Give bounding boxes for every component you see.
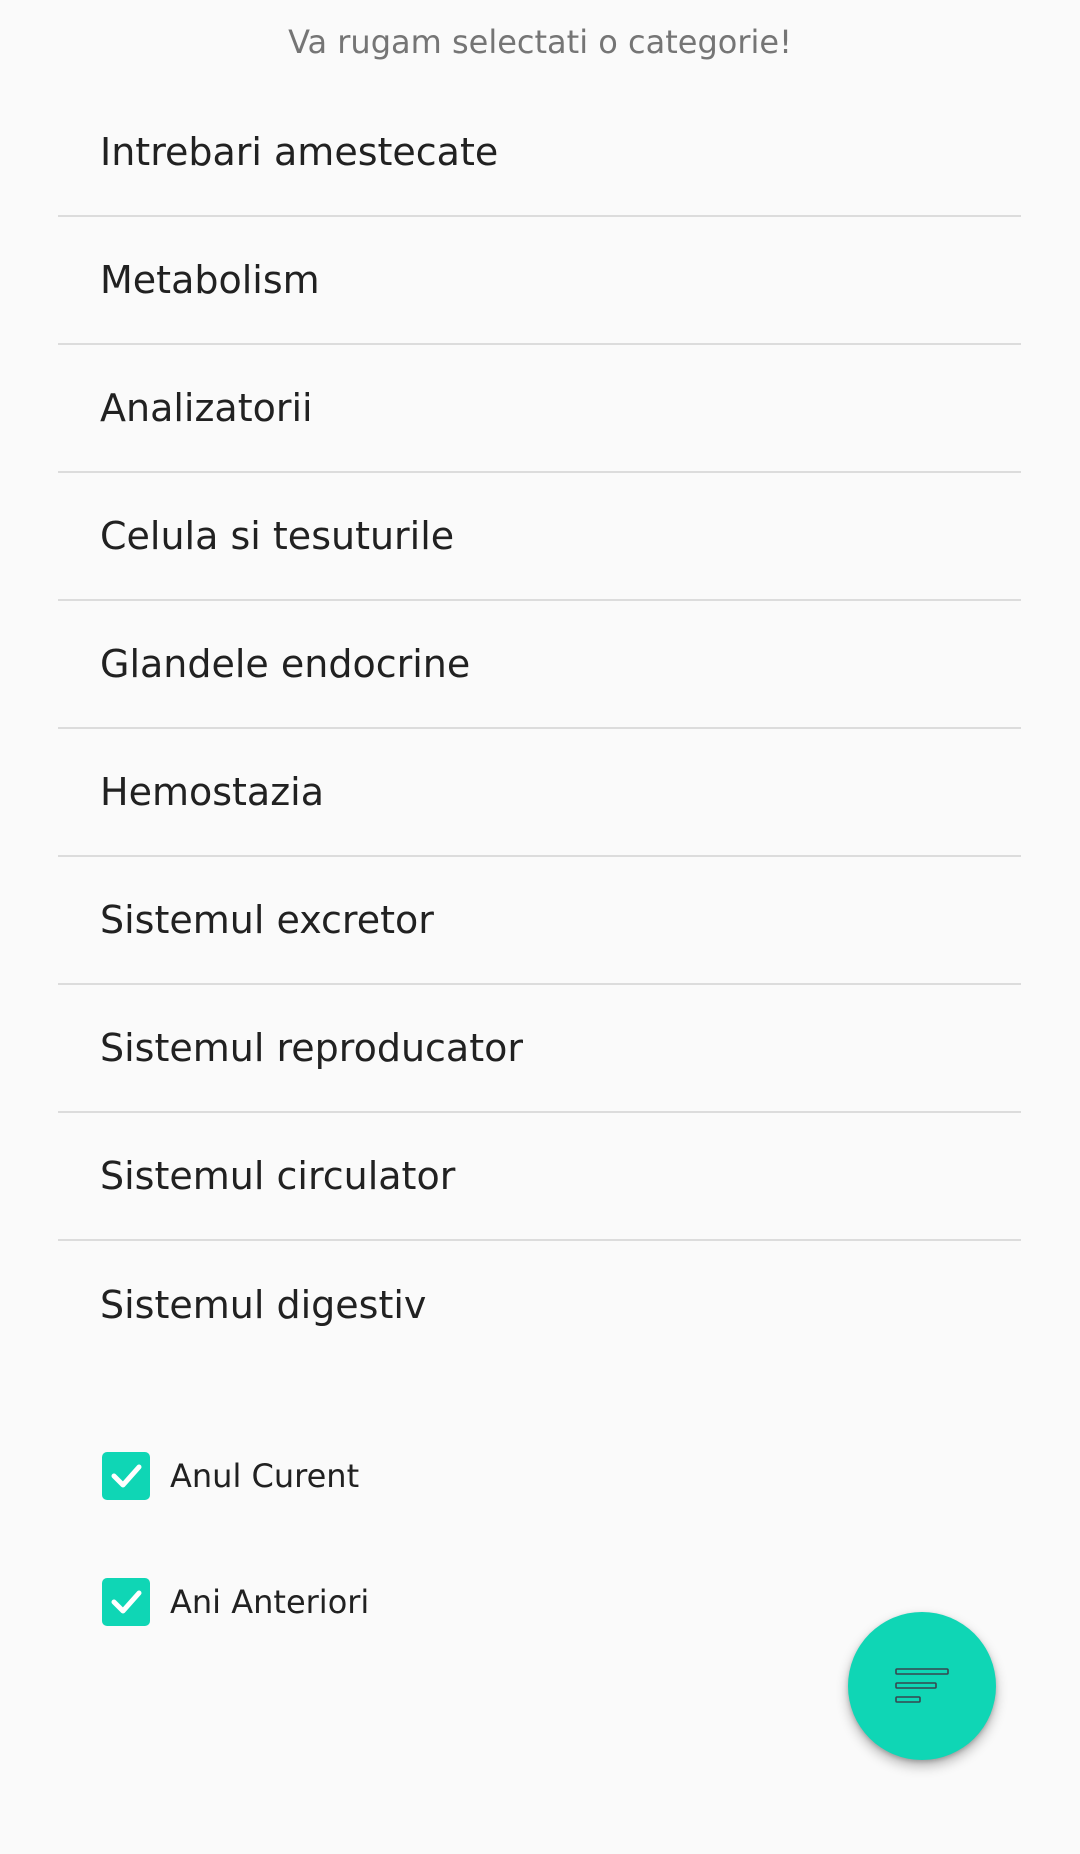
category-item-glandele-endocrine[interactable]: Glandele endocrine	[58, 601, 1021, 729]
category-label: Hemostazia	[100, 770, 324, 814]
checkmark-icon	[111, 1464, 142, 1488]
category-label: Analizatorii	[100, 386, 313, 430]
category-list: Intrebari amestecate Metabolism Analizat…	[58, 89, 1021, 1369]
category-label: Sistemul circulator	[100, 1154, 456, 1198]
checkbox-checked-icon[interactable]	[102, 1578, 150, 1626]
page-title-text: Va rugam selectati o categorie!	[288, 23, 792, 61]
filter-list-icon	[895, 1668, 949, 1703]
category-label: Celula si tesuturile	[100, 514, 455, 558]
page-title: Va rugam selectati o categorie!	[0, 0, 1080, 84]
category-item-sistemul-excretor[interactable]: Sistemul excretor	[58, 857, 1021, 985]
category-item-hemostazia[interactable]: Hemostazia	[58, 729, 1021, 857]
category-item-sistemul-circulator[interactable]: Sistemul circulator	[58, 1113, 1021, 1241]
category-item-intrebari-amestecate[interactable]: Intrebari amestecate	[58, 89, 1021, 217]
category-label: Intrebari amestecate	[100, 130, 499, 174]
category-label: Sistemul digestiv	[100, 1283, 427, 1327]
category-item-analizatorii[interactable]: Analizatorii	[58, 345, 1021, 473]
category-label: Sistemul reproducator	[100, 1026, 523, 1070]
previous-years-label: Ani Anteriori	[170, 1583, 370, 1621]
checkbox-checked-icon[interactable]	[102, 1452, 150, 1500]
category-item-sistemul-digestiv[interactable]: Sistemul digestiv	[58, 1241, 1021, 1369]
checkmark-icon	[111, 1590, 142, 1614]
category-item-metabolism[interactable]: Metabolism	[58, 217, 1021, 345]
current-year-label: Anul Curent	[170, 1457, 360, 1495]
category-label: Sistemul excretor	[100, 898, 434, 942]
category-label: Metabolism	[100, 258, 320, 302]
previous-years-checkbox[interactable]: Ani Anteriori	[102, 1578, 369, 1626]
category-item-celula-si-tesuturile[interactable]: Celula si tesuturile	[58, 473, 1021, 601]
current-year-checkbox[interactable]: Anul Curent	[102, 1452, 359, 1500]
category-label: Glandele endocrine	[100, 642, 471, 686]
category-item-sistemul-reproducator[interactable]: Sistemul reproducator	[58, 985, 1021, 1113]
filter-fab-button[interactable]	[848, 1612, 996, 1760]
